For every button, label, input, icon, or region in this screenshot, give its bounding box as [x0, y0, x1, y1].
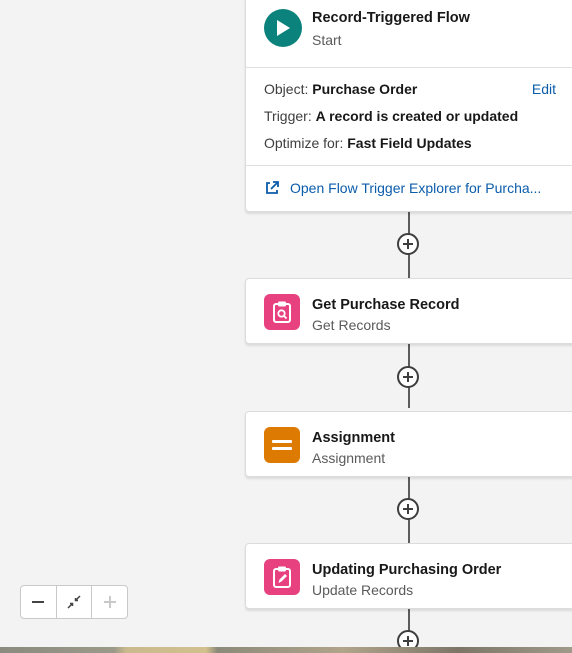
- add-element-button[interactable]: [397, 233, 419, 255]
- fit-view-button[interactable]: [57, 586, 93, 618]
- minus-icon: [32, 601, 45, 603]
- play-icon: [264, 9, 302, 47]
- assignment-icon: [264, 427, 300, 463]
- assignment-node-card[interactable]: Assignment Assignment: [245, 411, 572, 477]
- optimize-value: Fast Field Updates: [347, 135, 472, 151]
- add-element-button[interactable]: [397, 366, 419, 388]
- fit-view-icon: [67, 595, 81, 609]
- trigger-row: Trigger: A record is created or updated: [264, 108, 518, 124]
- node-title: Get Purchase Record: [312, 297, 460, 313]
- zoom-controls: [20, 585, 128, 619]
- get-records-icon: [264, 294, 300, 330]
- trigger-label: Trigger:: [264, 108, 312, 124]
- trigger-explorer-row: Open Flow Trigger Explorer for Purcha...: [246, 165, 572, 210]
- node-subtitle: Assignment: [312, 450, 386, 466]
- zoom-in-button[interactable]: [92, 586, 127, 618]
- edit-link[interactable]: Edit: [532, 81, 556, 97]
- optimize-label: Optimize for:: [264, 135, 344, 151]
- object-label: Object:: [264, 81, 309, 97]
- start-node-title: Record-Triggered Flow: [312, 10, 470, 26]
- open-flow-trigger-explorer-link[interactable]: Open Flow Trigger Explorer for Purcha...: [290, 180, 541, 196]
- get-records-node-card[interactable]: Get Purchase Record Get Records: [245, 278, 572, 344]
- object-row: Object: Purchase Order: [264, 81, 417, 97]
- trigger-details: Object: Purchase Order Edit Trigger: A r…: [246, 67, 572, 166]
- plus-icon: [103, 596, 116, 608]
- start-node-header[interactable]: Record-Triggered Flow Start: [246, 0, 572, 63]
- object-value: Purchase Order: [312, 81, 418, 97]
- start-node-subtitle: Start: [312, 32, 342, 48]
- taskbar-strip: [0, 647, 572, 653]
- node-title: Updating Purchasing Order: [312, 562, 502, 578]
- node-title: Assignment: [312, 430, 395, 446]
- trigger-value: A record is created or updated: [315, 108, 519, 124]
- add-element-button[interactable]: [397, 498, 419, 520]
- external-link-icon: [266, 181, 279, 194]
- start-node-card[interactable]: Record-Triggered Flow Start Object: Purc…: [245, 0, 572, 212]
- zoom-out-button[interactable]: [21, 586, 57, 618]
- node-subtitle: Update Records: [312, 582, 414, 598]
- update-records-icon: [264, 559, 300, 595]
- update-records-node-card[interactable]: Updating Purchasing Order Update Records: [245, 543, 572, 609]
- node-subtitle: Get Records: [312, 317, 391, 333]
- optimize-row: Optimize for: Fast Field Updates: [264, 135, 472, 151]
